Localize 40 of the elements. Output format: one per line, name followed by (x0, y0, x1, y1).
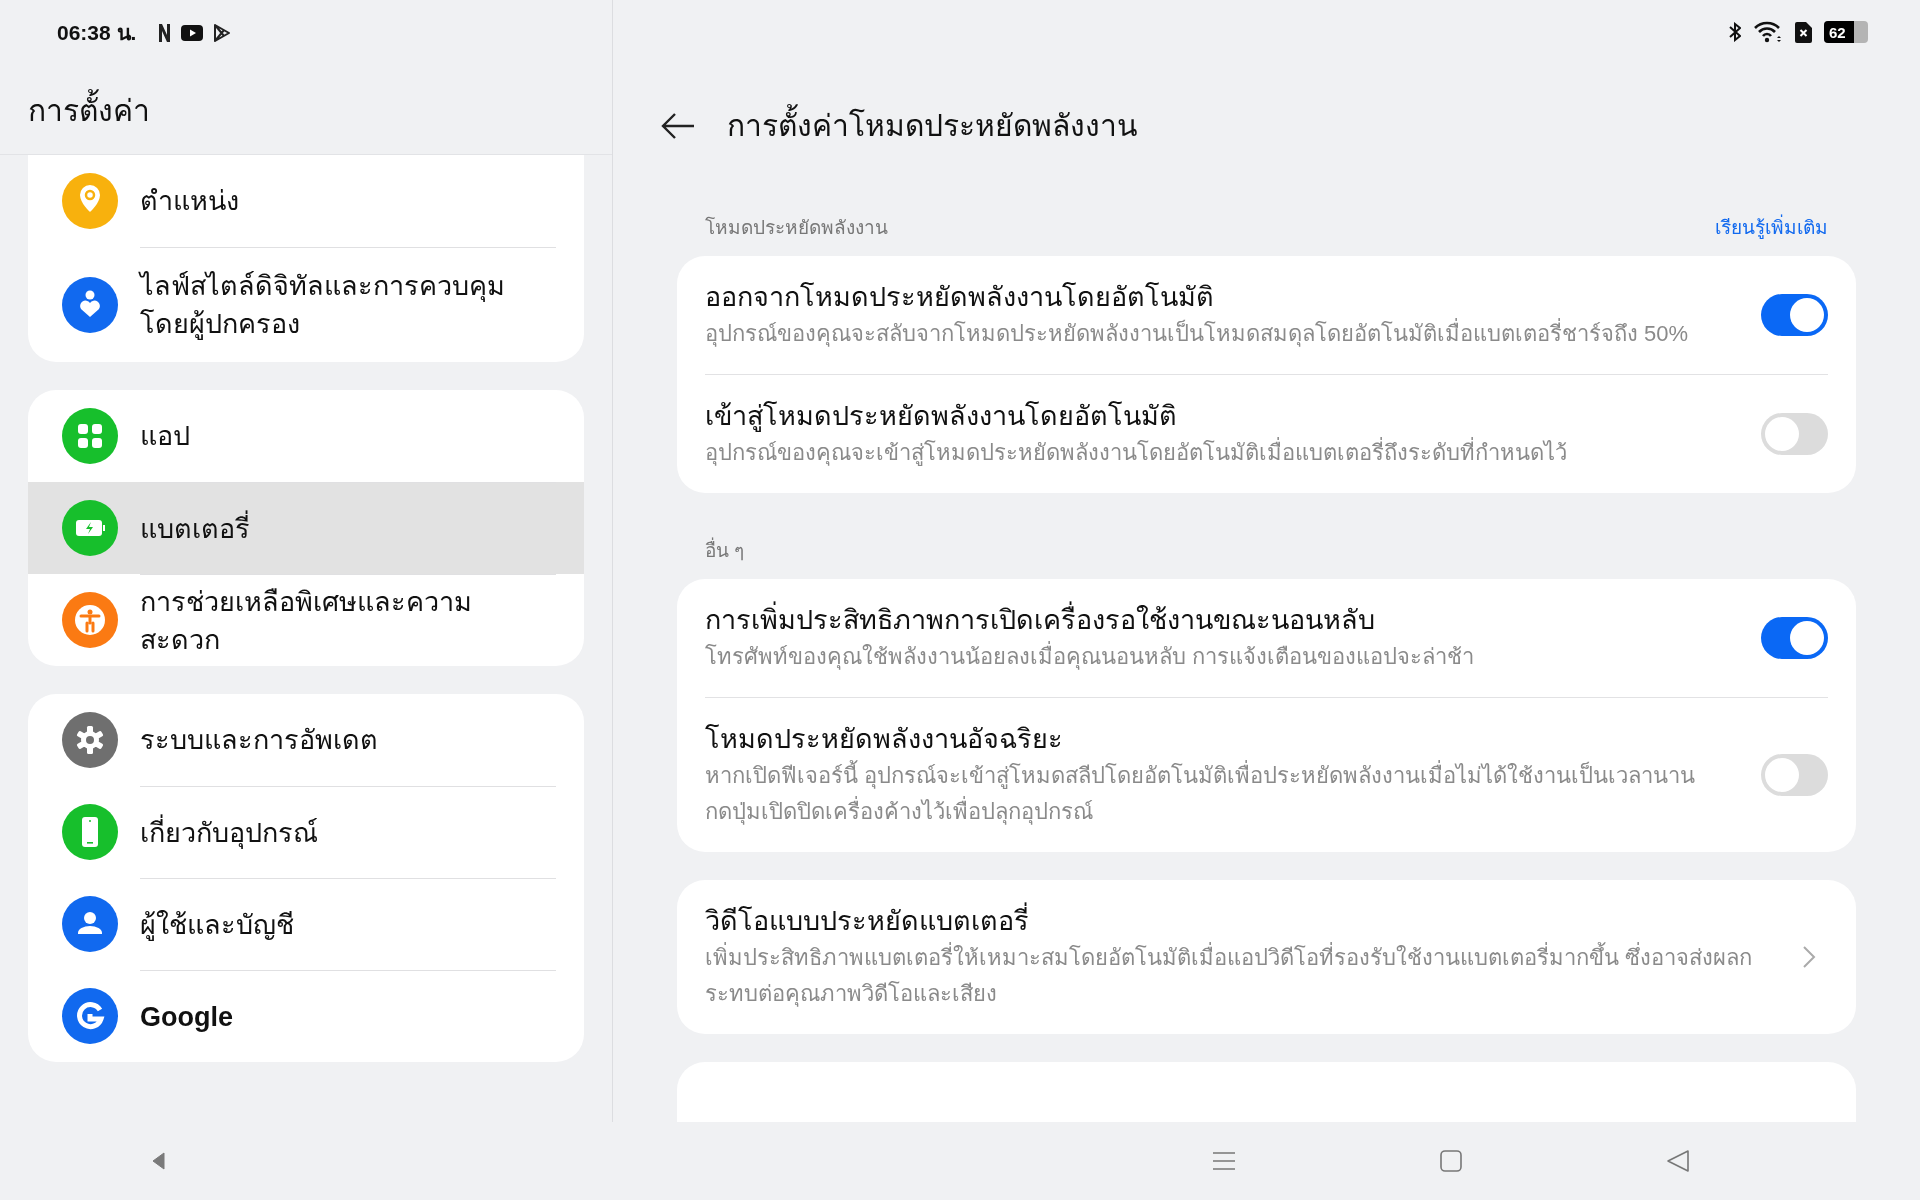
setting-row[interactable]: การเพิ่มประสิทธิภาพการเปิดเครื่องรอใช้งานขณะนอนหลับ โทรศัพท์ของคุณใช้พลังงานน้อยลงเมื่อคุณนอนหลับ การแจ้งเตือนของแอปจะล่าช้า (705, 579, 1828, 697)
setting-description: โทรศัพท์ของคุณใช้พลังงานน้อยลงเมื่อคุณนอนหลับ การแจ้งเตือนของแอปจะล่าช้า (705, 639, 1721, 675)
section-label: อื่น ๆ (705, 536, 745, 563)
setting-description: หากเปิดฟีเจอร์นี้ อุปกรณ์จะเข้าสู่โหมดสลีปโดยอัตโนมัติเพื่อประหยัดพลังงานเมื่อไม่ได้ใช้งานเป็นเวลานาน กดปุ่มเปิดปิดเครื่องค้างไว้เพื่อปลุกอุปกรณ์ (705, 758, 1721, 830)
sidebar-item[interactable]: ผู้ใช้และบัญชี (28, 878, 584, 970)
sidebar-item[interactable]: Google (28, 970, 584, 1062)
sidebar-item-label: ไลฟ์สไตล์ดิจิทัลและการควบคุมโดยผู้ปกครอง (140, 270, 506, 342)
learn-more-link[interactable]: เรียนรู้เพิ่มเติม (1715, 213, 1828, 242)
sidebar-item[interactable]: เกี่ยวกับอุปกรณ์ (28, 786, 584, 878)
setting-row[interactable]: วิดีโอแบบประหยัดแบตเตอรี่ เพิ่มประสิทธิภาพแบตเตอรี่ให้เหมาะสมโดยอัตโนมัติเมื่อแอปวิดีโอที่รองรับใช้งานแบตเตอรี่มากขึ้น ซึ่งอาจส่งผลกระทบต่อคุณภาพวิดีโอและเสียง (705, 880, 1828, 1034)
setting-title: โหมดประหยัดพลังงานอัจฉริยะ (705, 723, 1064, 756)
setting-description: อุปกรณ์ของคุณจะเข้าสู่โหมดประหยัดพลังงานโดยอัตโนมัติเมื่อแบตเตอรี่ถึงระดับที่กำหนดไว้ (705, 435, 1721, 471)
sidebar-item-label: แบตเตอรี่ (140, 509, 270, 548)
page-title: การตั้งค่าโหมดประหยัดพลังงาน (727, 103, 1138, 149)
status-time: 06:38 น. (57, 20, 137, 47)
section-label: โหมดประหยัดพลังงาน (705, 215, 888, 240)
setting-title: เข้าสู่โหมดประหยัดพลังงานโดยอัตโนมัติ (705, 400, 1178, 434)
sidebar-item[interactable]: ไลฟ์สไตล์ดิจิทัลและการควบคุมโดยผู้ปกครอง (28, 247, 584, 362)
sidebar-item-label: ผู้ใช้และบัญชี (140, 908, 295, 943)
sidebar-item-label: Google (140, 1000, 234, 1034)
sidebar-item[interactable]: ตำแหน่ง (28, 155, 584, 247)
setting-title: วิดีโอแบบประหยัดแบตเตอรี่ (705, 902, 1762, 940)
setting-description: อุปกรณ์ของคุณจะสลับจากโหมดประหยัดพลังงานเป็นโหมดสมดุลโดยอัตโนมัติเมื่อแบตเตอรี่ชาร์จถึง 50% (705, 316, 1721, 352)
sidebar-item-label: ระบบและการอัพเดต (140, 724, 379, 757)
sidebar-item-label: เกี่ยวกับอุปกรณ์ (140, 813, 338, 852)
sidebar-item[interactable]: ระบบและการอัพเดต (28, 694, 584, 786)
setting-row[interactable]: ออกจากโหมดประหยัดพลังงานโดยอัตโนมัติ อุปกรณ์ของคุณจะสลับจากโหมดประหยัดพลังงานเป็นโหมดสมดุลโดยอัตโนมัติเมื่อแบตเตอรี่ชาร์จถึง 50% (705, 256, 1828, 374)
setting-title: ออกจากโหมดประหยัดพลังงานโดยอัตโนมัติ (705, 281, 1215, 314)
setting-title: การเพิ่มประสิทธิภาพการเปิดเครื่องรอใช้งานขณะนอนหลับ (705, 601, 1721, 639)
sidebar-item[interactable]: แอป (28, 390, 584, 482)
sidebar-item-label: การช่วยเหลือพิเศษและความสะดวก (140, 585, 473, 657)
sidebar-item[interactable]: การช่วยเหลือพิเศษและความสะดวก (28, 574, 584, 666)
setting-row[interactable]: เข้าสู่โหมดประหยัดพลังงานโดยอัตโนมัติ อุปกรณ์ของคุณจะเข้าสู่โหมดประหยัดพลังงานโดยอัตโนมัติเมื่อแบตเตอรี่ถึงระดับที่กำหนดไว้ (705, 374, 1828, 493)
battery-indicator: 62 (1824, 21, 1868, 44)
sidebar-item-label: แอป (140, 420, 191, 453)
setting-description: เพิ่มประสิทธิภาพแบตเตอรี่ให้เหมาะสมโดยอัตโนมัติเมื่อแอปวิดีโอที่รองรับใช้งานแบตเตอรี่มากขึ้น ซึ่งอาจส่งผลกระทบต่อคุณภาพวิดีโอและเสียง (705, 940, 1762, 1012)
sidebar-item-label: ตำแหน่ง (140, 185, 240, 218)
setting-row[interactable]: โหมดประหยัดพลังงานอัจฉริยะ หากเปิดฟีเจอร์นี้ อุปกรณ์จะเข้าสู่โหมดสลีปโดยอัตโนมัติเพื่อประหยัดพลังงานเมื่อไม่ได้ใช้งานเป็นเวลานาน กดปุ่มเปิดปิดเครื่องค้างไว้เพื่อปลุกอุปกรณ์ (705, 697, 1828, 852)
sidebar-item[interactable]: แบตเตอรี่ (28, 482, 584, 574)
sidebar-title: การตั้งค่า (28, 87, 150, 133)
